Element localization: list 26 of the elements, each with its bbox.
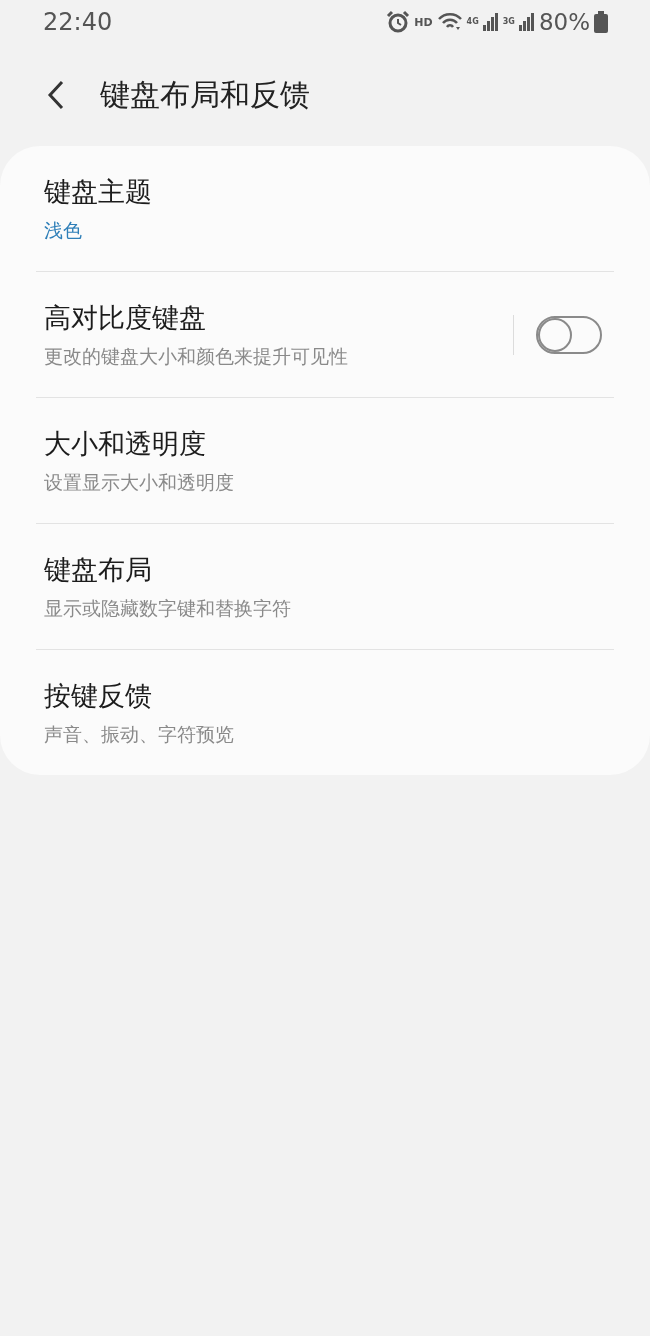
setting-summary: 声音、振动、字符预览 (44, 721, 235, 747)
setting-title: 高对比度键盘 (44, 300, 207, 335)
setting-summary: 更改的键盘大小和颜色来提升可见性 (44, 343, 349, 369)
setting-title: 键盘主题 (44, 174, 153, 209)
setting-summary: 显示或隐藏数字键和替换字符 (44, 595, 292, 621)
signal-icon (482, 11, 499, 33)
setting-title: 大小和透明度 (44, 426, 207, 461)
status-time: 22:40 (43, 8, 113, 36)
setting-item[interactable]: 高对比度键盘 更改的键盘大小和颜色来提升可见性 (36, 272, 614, 398)
setting-item[interactable]: 按键反馈 声音、振动、字符预览 (36, 650, 614, 775)
network-type: 3G (502, 17, 515, 26)
alarm-icon (386, 10, 411, 34)
battery-icon (594, 11, 608, 33)
hd-indicator: HD (414, 15, 433, 29)
setting-value: 浅色 (44, 217, 83, 243)
page-title: 键盘布局和反馈 (100, 75, 310, 114)
setting-item[interactable]: 键盘布局 显示或隐藏数字键和替换字符 (36, 524, 614, 650)
battery-level: 80% (538, 9, 590, 35)
setting-title: 键盘布局 (44, 552, 153, 587)
toggle-switch[interactable] (536, 315, 602, 354)
signal-icon (518, 11, 535, 33)
setting-title: 按键反馈 (44, 678, 153, 713)
network-type: 4G (466, 17, 479, 26)
setting-summary: 设置显示大小和透明度 (44, 469, 235, 495)
setting-item[interactable]: 大小和透明度 设置显示大小和透明度 (36, 398, 614, 524)
setting-item[interactable]: 键盘主题 浅色 (36, 146, 614, 272)
